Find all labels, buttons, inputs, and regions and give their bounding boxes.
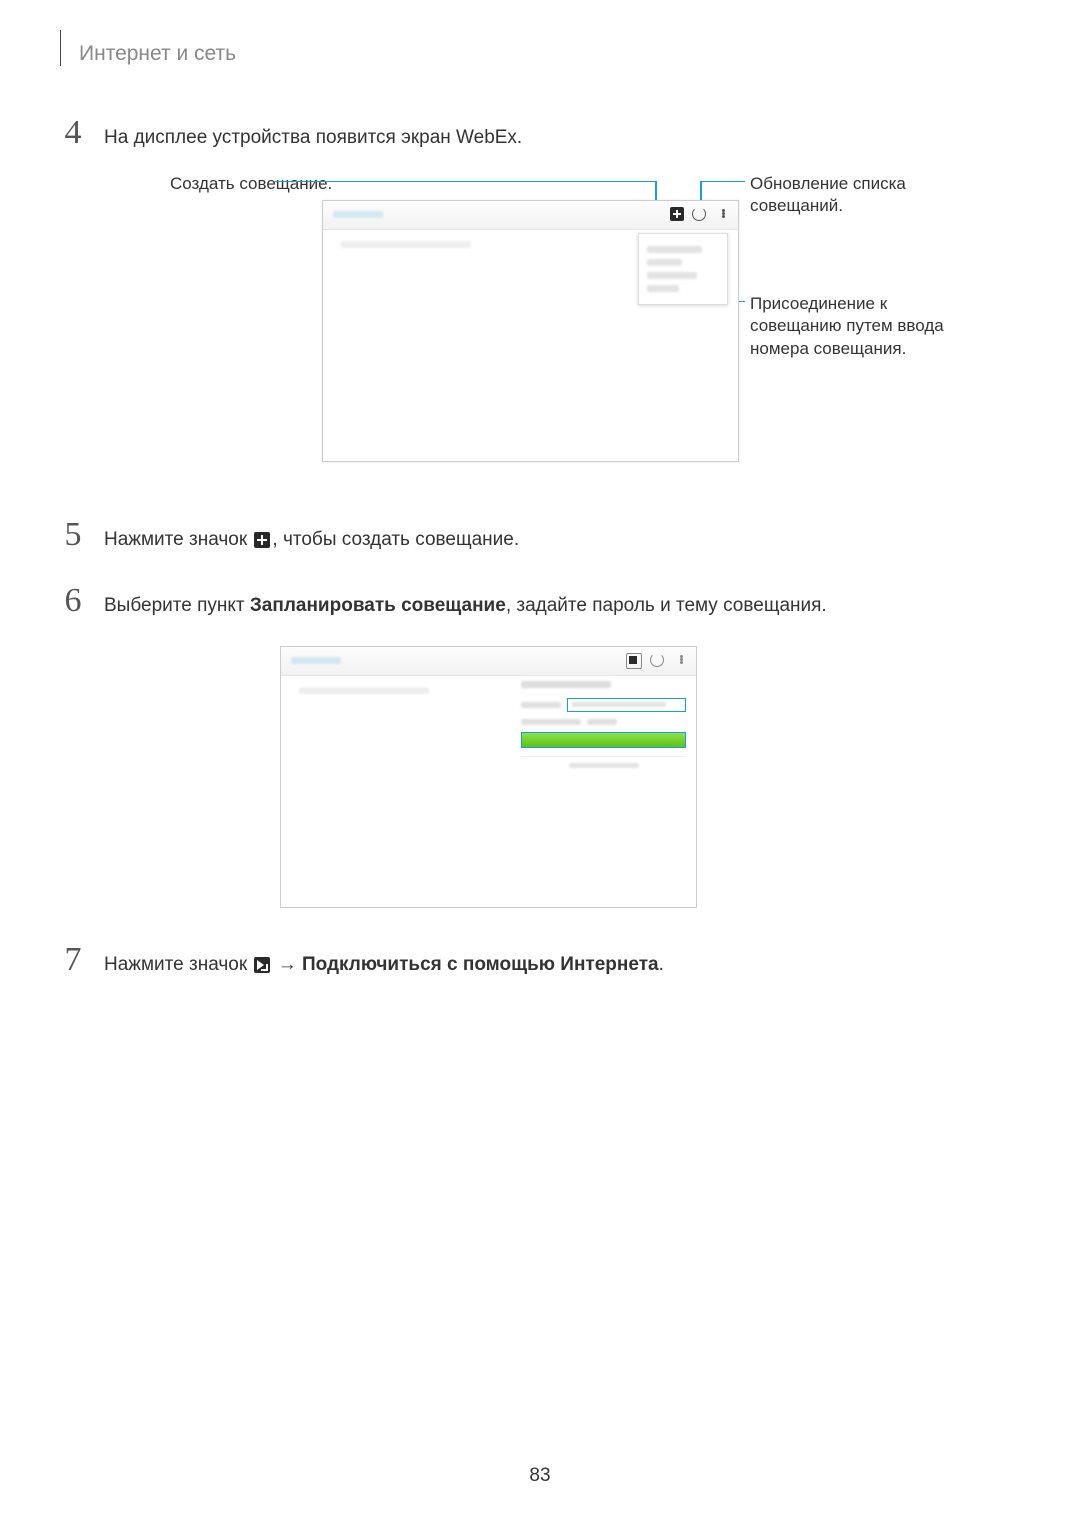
webex-screenshot-2 — [280, 646, 697, 908]
plus-icon — [626, 653, 642, 669]
page-number: 83 — [0, 1465, 1080, 1487]
callout-create: Создать совещание. — [170, 173, 332, 196]
figure-2 — [280, 646, 1010, 908]
plus-icon — [254, 532, 270, 548]
step-4-text: На дисплее устройства появится экран Web… — [104, 116, 522, 153]
step-7-text: Нажмите значок → Подключиться с помощью … — [104, 943, 664, 980]
start-icon — [254, 957, 270, 973]
section-title: Интернет и сеть — [79, 42, 236, 66]
step-6-number: 6 — [60, 584, 86, 621]
step-5-number: 5 — [60, 518, 86, 555]
plus-icon — [670, 207, 684, 221]
more-icon — [716, 207, 730, 221]
figure-1: Создать совещание. Обновление списка сов… — [100, 173, 1010, 498]
callout-refresh: Обновление списка совещаний. — [750, 173, 960, 219]
step-5-text: Нажмите значок , чтобы создать совещание… — [104, 518, 519, 555]
refresh-icon — [692, 207, 706, 221]
webex-screenshot-1 — [322, 200, 739, 462]
more-icon — [674, 653, 688, 667]
step-4-number: 4 — [60, 116, 86, 153]
step-6-text: Выберите пункт Запланировать совещание, … — [104, 584, 827, 621]
refresh-icon — [650, 653, 664, 667]
callout-join: Присоединение к совещанию путем ввода но… — [750, 293, 960, 362]
step-7-number: 7 — [60, 943, 86, 980]
